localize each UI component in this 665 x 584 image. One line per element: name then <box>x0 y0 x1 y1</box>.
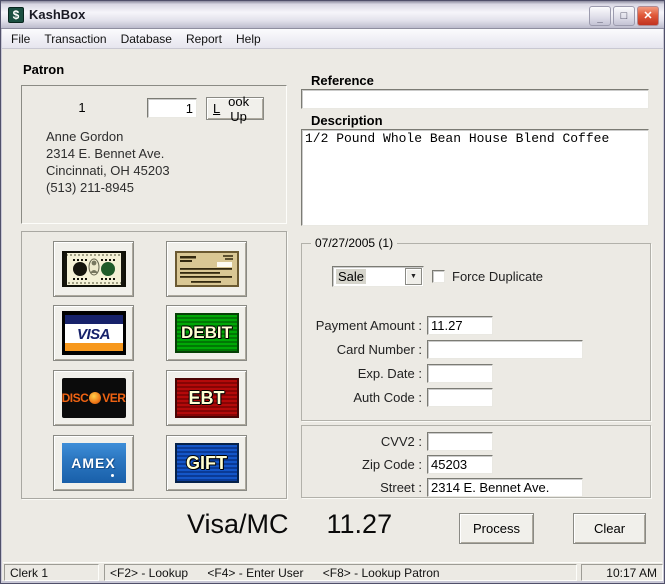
chevron-down-icon: ▼ <box>410 273 417 280</box>
exp-date-label: Exp. Date : <box>357 366 422 381</box>
force-duplicate-label: Force Duplicate <box>452 269 544 284</box>
amex-wordmark: AMEX <box>71 455 116 471</box>
dropdown-button[interactable]: ▼ <box>405 268 422 285</box>
clock: 10:17 AM <box>581 564 663 581</box>
patron-lookup-input[interactable] <box>147 98 197 118</box>
transaction-type-select[interactable]: Sale ▼ <box>332 266 424 287</box>
window-controls: _ □ ✕ <box>589 6 659 26</box>
lookup-button[interactable]: Look Up <box>206 94 264 124</box>
debit-wordmark: DEBIT <box>181 323 232 342</box>
zip-code-input[interactable] <box>427 455 493 474</box>
card-number-input[interactable] <box>427 340 583 359</box>
menu-help[interactable]: Help <box>229 30 268 48</box>
maximize-icon: □ <box>620 10 628 22</box>
gift-wordmark: GIFT <box>186 452 227 473</box>
visa-wordmark: VISA <box>76 326 111 343</box>
kashbox-window: $ KashBox _ □ ✕ File Transaction Databas… <box>0 0 665 584</box>
ebt-logo: EBT <box>174 378 239 418</box>
hotkey-f8: <F8> - Lookup Patron <box>322 566 440 580</box>
menu-transaction[interactable]: Transaction <box>37 30 113 48</box>
lookup-button-label: ook Up <box>228 93 250 124</box>
clear-button[interactable]: Clear <box>573 513 646 544</box>
patron-name: Anne Gordon <box>46 129 124 144</box>
minimize-button[interactable]: _ <box>589 6 611 26</box>
summary-card-type: Visa/MC <box>187 509 289 539</box>
discover-logo: DISC VER <box>61 378 126 418</box>
patron-section-label: Patron <box>23 62 65 77</box>
menu-report[interactable]: Report <box>179 30 229 48</box>
discover-button[interactable]: DISC VER <box>53 370 134 426</box>
amex-dot-icon <box>110 474 114 477</box>
cvv2-label: CVV2 : <box>380 434 422 449</box>
minimize-icon: _ <box>597 13 603 24</box>
card-number-label: Card Number : <box>336 342 422 357</box>
cvv2-input[interactable] <box>427 432 493 451</box>
patron-record-number: 1 <box>78 100 86 115</box>
auth-code-label: Auth Code : <box>353 390 422 405</box>
amex-button[interactable]: AMEX <box>53 435 134 491</box>
hotkey-hints: <F2> - Lookup <F4> - Enter User <F8> - L… <box>104 564 577 581</box>
street-label: Street : <box>380 480 422 495</box>
street-input[interactable] <box>427 478 583 497</box>
ebt-wordmark: EBT <box>188 387 225 408</box>
check-icon <box>174 251 239 287</box>
debit-logo: DEBIT <box>174 313 239 353</box>
transaction-group: 07/27/2005 (1) Sale ▼ Force Duplicate Pa… <box>301 236 651 421</box>
discover-wordmark-post: VER <box>102 391 126 405</box>
gift-logo: GIFT <box>174 443 239 483</box>
status-bar: Clerk 1 <F2> - Lookup <F4> - Enter User … <box>3 562 663 581</box>
description-input[interactable]: 1/2 Pound Whole Bean House Blend Coffee <box>301 129 649 226</box>
menu-bar: File Transaction Database Report Help <box>2 29 663 49</box>
menu-database[interactable]: Database <box>114 30 179 48</box>
maximize-button[interactable]: □ <box>613 6 635 26</box>
patron-city-state-zip: Cincinnati, OH 45203 <box>46 163 170 178</box>
patron-panel: 1 Look Up Anne Gordon 2314 E. Bennet Ave… <box>21 85 287 224</box>
lookup-button-accel: L <box>213 101 221 116</box>
clerk-status: Clerk 1 <box>4 564 99 581</box>
cash-button[interactable] <box>53 241 134 297</box>
reference-input[interactable] <box>301 89 649 109</box>
patron-address: 2314 E. Bennet Ave. <box>46 146 165 161</box>
reference-label: Reference <box>311 73 374 88</box>
zip-code-label: Zip Code : <box>362 457 422 472</box>
payment-amount-label: Payment Amount : <box>315 318 422 333</box>
patron-phone: (513) 211-8945 <box>46 180 134 195</box>
visa-card-logo: VISA <box>61 311 126 355</box>
payment-methods-panel: VISA DEBIT DISC VER EBT AMEX GIFT <box>21 231 287 499</box>
debit-button[interactable]: DEBIT <box>166 305 247 361</box>
menu-file[interactable]: File <box>4 30 37 48</box>
exp-date-input[interactable] <box>427 364 493 383</box>
app-dollar-icon: $ <box>8 6 24 23</box>
ebt-button[interactable]: EBT <box>166 370 247 426</box>
hotkey-f2: <F2> - Lookup <box>110 566 189 580</box>
transaction-group-caption: 07/27/2005 (1) <box>311 236 398 250</box>
visa-button[interactable]: VISA <box>53 305 134 361</box>
payment-amount-input[interactable] <box>427 316 493 335</box>
check-button[interactable] <box>166 241 247 297</box>
description-label: Description <box>311 113 383 128</box>
summary-amount: 11.27 <box>326 509 393 539</box>
close-button[interactable]: ✕ <box>637 6 659 26</box>
hotkey-f4: <F4> - Enter User <box>207 566 304 580</box>
window-title: KashBox <box>29 7 86 22</box>
process-button[interactable]: Process <box>459 513 534 544</box>
title-bar: $ KashBox _ □ ✕ <box>1 1 664 29</box>
verification-group: CVV2 : Zip Code : Street : <box>301 425 651 498</box>
amex-logo: AMEX <box>61 443 126 483</box>
auth-code-input[interactable] <box>427 388 493 407</box>
gift-button[interactable]: GIFT <box>166 435 247 491</box>
cash-bill-icon <box>61 251 126 287</box>
transaction-summary: Visa/MC 11.27 <box>187 509 392 540</box>
close-icon: ✕ <box>643 10 653 22</box>
discover-orange-ball-icon <box>89 392 102 404</box>
transaction-type-value: Sale <box>336 269 367 284</box>
discover-wordmark-pre: DISC <box>61 391 89 405</box>
force-duplicate-checkbox[interactable] <box>432 270 445 283</box>
